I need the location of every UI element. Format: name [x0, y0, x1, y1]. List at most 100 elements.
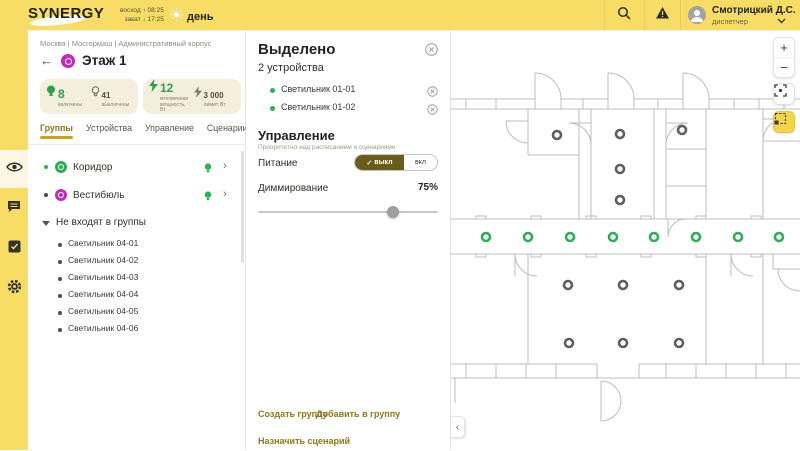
device-dot-off[interactable] [673, 279, 685, 291]
rail-item-tasks[interactable] [0, 230, 28, 268]
device-name: Светильник 04-04 [68, 289, 139, 299]
status-dot [270, 106, 275, 111]
device-row[interactable]: Светильник 04-02 [28, 254, 246, 270]
device-dot-off[interactable] [673, 337, 685, 349]
device-row[interactable]: Светильник 04-03 [28, 271, 246, 287]
close-icon[interactable] [425, 43, 438, 61]
chevron-right-icon[interactable]: › [223, 188, 227, 200]
bullet-icon [58, 294, 62, 298]
bullet-icon [58, 277, 62, 281]
power-now-label: мгновенная мощность, Вт [160, 95, 189, 114]
rail-item-messages[interactable] [0, 190, 28, 228]
tab-bar: Группы Устройства Управление Сценарии [40, 123, 248, 139]
floor-badge-icon [61, 54, 75, 68]
bulb-icon [204, 161, 212, 179]
lights-off-stat: 41 выключены [91, 85, 133, 109]
add-to-group-button[interactable]: Добавить в группу [316, 409, 400, 419]
bullet-icon [58, 328, 62, 332]
group-status-dot [44, 165, 48, 169]
focus-button[interactable] [773, 83, 795, 105]
gear-icon [7, 279, 22, 299]
device-dot-on[interactable] [564, 231, 576, 243]
device-name: Светильник 04-02 [68, 255, 139, 265]
toggle-off-segment[interactable]: ✓ выкл [355, 155, 404, 170]
device-dot-on[interactable] [732, 231, 744, 243]
ungrouped-section-header[interactable]: Не входят в группы [28, 213, 246, 235]
zoom-controls: + − [773, 37, 795, 78]
tab-control[interactable]: Управление [145, 123, 194, 139]
device-dot-off[interactable] [563, 337, 575, 349]
zoom-in-button[interactable]: + [774, 38, 794, 57]
power-limit-stat: 3 000 лимит Вт [193, 85, 236, 109]
assign-scenario-button[interactable]: Назначить сценарий [258, 436, 350, 446]
warning-icon [655, 6, 670, 25]
rail-item-settings[interactable] [0, 270, 28, 308]
bulb-icon [204, 189, 212, 207]
user-role: диспетчер [712, 17, 748, 26]
check-icon: ✓ [366, 159, 373, 167]
control-section-title: Управление [258, 128, 335, 143]
device-row[interactable]: Светильник 04-06 [28, 322, 246, 338]
dimming-slider[interactable] [258, 206, 438, 218]
power-label: Питание [258, 158, 298, 169]
device-dot-on[interactable] [773, 231, 785, 243]
device-dot-off[interactable] [614, 163, 626, 175]
device-dot-off[interactable] [676, 124, 688, 136]
control-note: Приоритетно над расписанием и сценариями [258, 144, 396, 151]
device-name: Светильник 04-01 [68, 238, 139, 248]
device-dot-on[interactable] [480, 231, 492, 243]
selected-device-name: Светильник 01-01 [281, 84, 356, 94]
alerts-button[interactable] [652, 5, 672, 25]
group-row-corridor[interactable]: Коридор › [28, 153, 246, 181]
group-name: Коридор [73, 162, 113, 173]
search-button[interactable] [614, 5, 634, 25]
group-row-vestibule[interactable]: Вестибюль › [28, 181, 246, 209]
breadcrumb[interactable]: Москва | Мосгормаш | Административный ко… [40, 39, 211, 48]
chevron-down-icon[interactable] [777, 11, 786, 29]
device-dot-off[interactable] [617, 279, 629, 291]
avatar[interactable] [688, 6, 706, 24]
collapse-panel-button[interactable]: ‹ [451, 416, 465, 438]
lights-on-stat: 8 включены [46, 85, 88, 109]
selection-title: Выделено [258, 41, 336, 58]
device-dot-off[interactable] [551, 129, 563, 141]
device-row[interactable]: Светильник 04-01 [28, 237, 246, 253]
topbar: SYNERGY восход ↑ 08:25 закат ↓ 17:25 ден… [0, 0, 800, 30]
device-dot-on[interactable] [690, 231, 702, 243]
scrollbar[interactable] [241, 151, 244, 263]
selected-device-row[interactable]: Светильник 01-01 [246, 83, 451, 100]
tab-groups[interactable]: Группы [40, 123, 73, 139]
tab-devices[interactable]: Устройства [86, 123, 132, 139]
day-mode[interactable]: день [170, 8, 214, 26]
lights-off-value: 41 [101, 90, 111, 100]
selected-device-row[interactable]: Светильник 01-02 [246, 101, 451, 118]
power-now-stat: 12 мгновенная мощность, Вт [149, 78, 191, 114]
back-button[interactable]: ← [40, 53, 53, 68]
topbar-divider [644, 0, 645, 30]
tab-scenarios[interactable]: Сценарии [207, 123, 248, 139]
power-toggle[interactable]: ✓ выкл вкл [354, 154, 438, 171]
remove-icon[interactable] [427, 84, 438, 102]
chevron-right-icon[interactable]: › [223, 160, 227, 172]
device-dot-on[interactable] [522, 231, 534, 243]
device-row[interactable]: Светильник 04-04 [28, 288, 246, 304]
device-dot-on[interactable] [648, 231, 660, 243]
toggle-on-segment[interactable]: вкл [404, 155, 437, 170]
device-dot-off[interactable] [562, 279, 574, 291]
bulb-on-icon [46, 85, 56, 103]
remove-icon[interactable] [427, 102, 438, 120]
marquee-select-button[interactable] [773, 111, 795, 133]
group-badge-icon [55, 161, 67, 173]
slider-thumb[interactable] [387, 206, 399, 218]
device-dot-off[interactable] [614, 194, 626, 206]
device-row[interactable]: Светильник 04-05 [28, 305, 246, 321]
device-dot-off[interactable] [614, 128, 626, 140]
rail-item-monitoring[interactable] [0, 150, 28, 188]
device-dot-off[interactable] [617, 337, 629, 349]
lights-stat-card: 8 включены 41 выключены [40, 79, 138, 114]
bullet-icon [58, 311, 62, 315]
floor-plan-area[interactable]: + − ‹ [451, 30, 800, 450]
lightning-gray-icon [193, 85, 202, 103]
device-dot-on[interactable] [607, 231, 619, 243]
zoom-out-button[interactable]: − [774, 58, 794, 77]
